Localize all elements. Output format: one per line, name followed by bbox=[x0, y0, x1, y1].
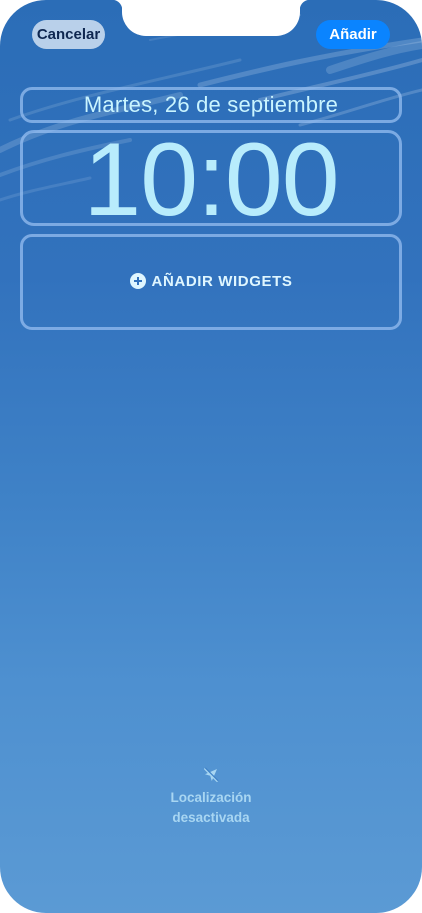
cancel-button[interactable]: Cancelar bbox=[32, 20, 105, 49]
plus-circle-icon bbox=[129, 273, 146, 289]
clock-area[interactable]: 10:00 bbox=[20, 130, 402, 226]
add-button[interactable]: Añadir bbox=[316, 20, 390, 49]
add-widgets-button[interactable]: AÑADIR WIDGETS bbox=[129, 272, 293, 290]
add-widgets-area[interactable]: AÑADIR WIDGETS bbox=[20, 234, 402, 330]
location-slash-icon bbox=[204, 767, 219, 782]
add-widgets-label: AÑADIR WIDGETS bbox=[151, 272, 293, 290]
location-status: Localización desactivada bbox=[111, 766, 311, 828]
device-notch bbox=[112, 0, 310, 36]
date-widget-area[interactable]: Martes, 26 de septiembre bbox=[20, 87, 402, 123]
location-status-text: Localización desactivada bbox=[170, 790, 252, 825]
lock-screen-date: Martes, 26 de septiembre bbox=[83, 92, 339, 117]
lock-screen-editor: Cancelar Añadir Martes, 26 de septiembre… bbox=[0, 0, 422, 913]
lock-screen-clock: 10:00 bbox=[83, 130, 339, 226]
